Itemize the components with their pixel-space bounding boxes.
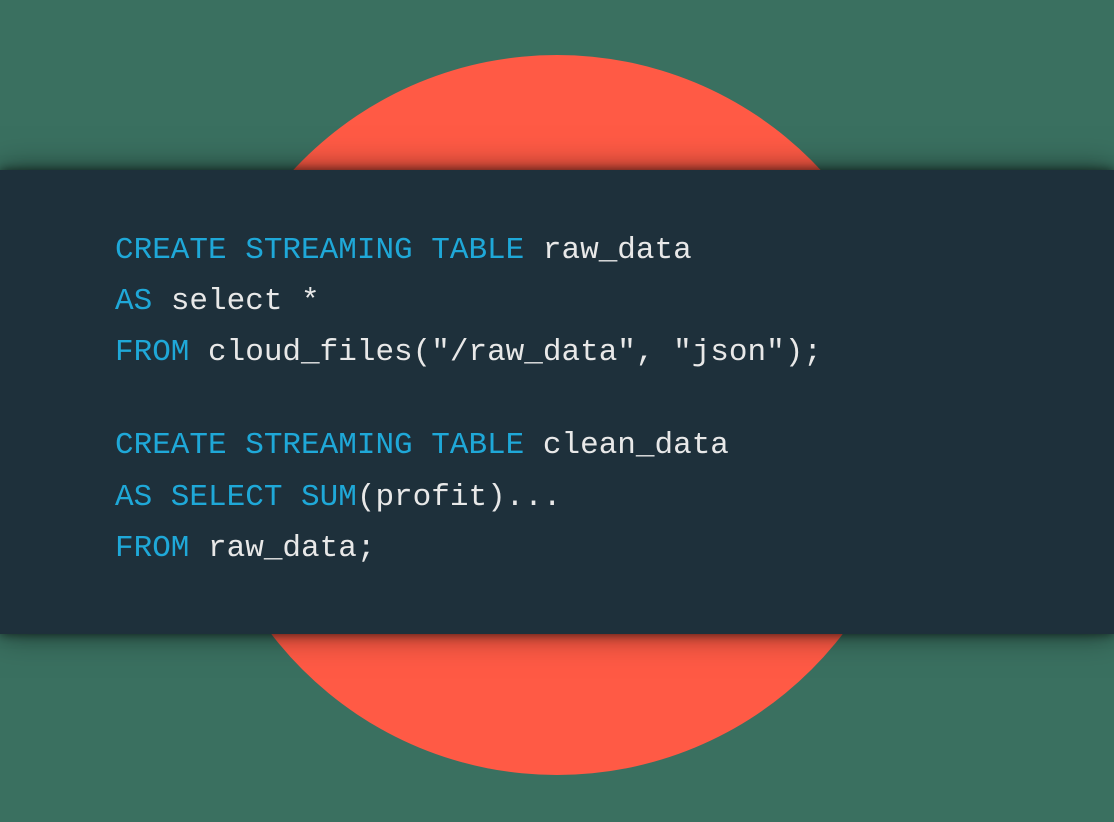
code-text: (profit)... <box>357 480 562 515</box>
keyword: CREATE STREAMING TABLE <box>115 428 524 463</box>
code-line-3: FROM cloud_files("/raw_data", "json"); <box>115 327 999 378</box>
keyword: CREATE STREAMING TABLE <box>115 233 524 268</box>
code-line-1: CREATE STREAMING TABLE raw_data <box>115 225 999 276</box>
code-text: select * <box>152 284 319 319</box>
keyword: AS <box>115 284 152 319</box>
keyword: AS SELECT SUM <box>115 480 357 515</box>
keyword: FROM <box>115 531 189 566</box>
code-line-5: AS SELECT SUM(profit)... <box>115 472 999 523</box>
keyword: FROM <box>115 335 189 370</box>
code-text: raw_data <box>524 233 691 268</box>
code-text: raw_data; <box>189 531 375 566</box>
code-panel: CREATE STREAMING TABLE raw_data AS selec… <box>0 170 1114 634</box>
code-line-4: CREATE STREAMING TABLE clean_data <box>115 420 999 471</box>
code-line-2: AS select * <box>115 276 999 327</box>
code-text: cloud_files("/raw_data", "json"); <box>189 335 822 370</box>
code-line-6: FROM raw_data; <box>115 523 999 574</box>
blank-line <box>115 378 999 420</box>
code-text: clean_data <box>524 428 729 463</box>
